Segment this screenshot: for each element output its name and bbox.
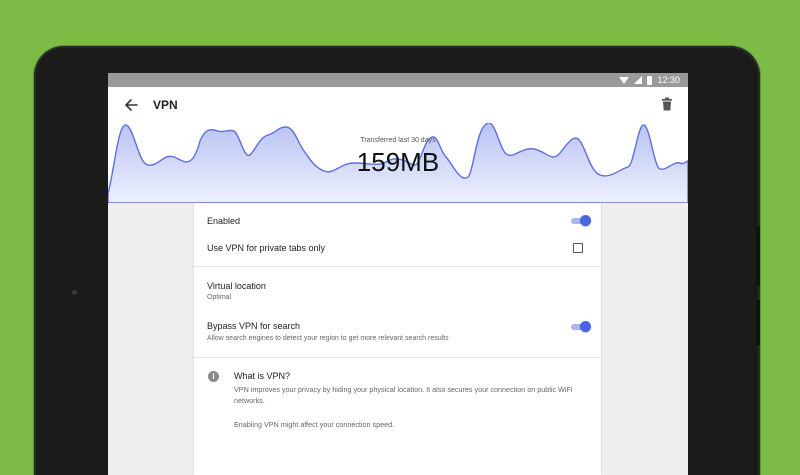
screen: 12:30 VPN Transferred last 30 days 159MB — [108, 73, 688, 475]
bypass-search-description: Allow search engines to detect your regi… — [207, 335, 449, 342]
battery-icon — [647, 75, 653, 85]
toggle-knob — [580, 215, 591, 226]
private-tabs-checkbox[interactable] — [573, 243, 583, 253]
bypass-search-row[interactable]: Bypass VPN for search Allow search engin… — [194, 307, 601, 357]
page-title: VPN — [153, 98, 178, 112]
virtual-location-value: Optimal — [207, 294, 232, 301]
info-title: What is VPN? — [234, 371, 291, 381]
private-tabs-label: Use VPN for private tabs only — [207, 243, 326, 253]
transfer-value: 159MB — [356, 147, 440, 177]
enabled-label: Enabled — [207, 216, 241, 226]
virtual-location-label: Virtual location — [207, 281, 266, 291]
arrow-back-icon[interactable] — [124, 97, 138, 113]
wifi-icon — [619, 76, 630, 84]
toggle-knob — [580, 321, 591, 332]
transfer-label: Transferred last 30 days — [360, 137, 436, 144]
info-note: Enabling VPN might affect your connectio… — [234, 420, 395, 429]
signal-icon — [634, 76, 643, 84]
info-text: VPN improves your privacy by hiding your… — [234, 385, 573, 405]
info-icon: i — [208, 371, 219, 382]
enabled-toggle[interactable] — [571, 215, 591, 227]
bypass-search-toggle[interactable] — [571, 321, 591, 333]
app-bar: VPN — [108, 87, 688, 123]
camera — [72, 290, 77, 295]
enabled-row[interactable]: Enabled — [194, 203, 601, 233]
trash-icon[interactable] — [661, 97, 673, 111]
private-tabs-row[interactable]: Use VPN for private tabs only — [194, 233, 601, 265]
settings-card: Enabled Use VPN for private tabs only Vi… — [194, 203, 601, 475]
virtual-location-row[interactable]: Virtual location Optimal — [194, 267, 601, 307]
status-time: 12:30 — [657, 75, 680, 85]
side-button — [756, 300, 760, 345]
usage-chart: Transferred last 30 days 159MB — [108, 123, 688, 203]
divider — [194, 357, 601, 358]
status-bar: 12:30 — [108, 73, 688, 87]
bypass-search-label: Bypass VPN for search — [207, 321, 301, 331]
side-button — [756, 226, 760, 286]
